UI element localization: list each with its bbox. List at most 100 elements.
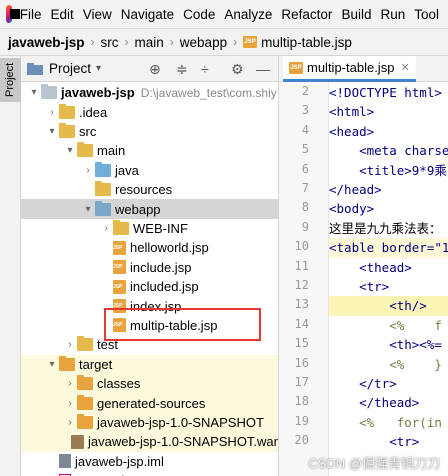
tree-item[interactable]: › test bbox=[21, 335, 278, 354]
editor-tab-bar: JSP multip-table.jsp ✕ bbox=[279, 56, 448, 82]
tree-item[interactable]: ▾ src bbox=[21, 122, 278, 141]
tree-item-label: multip-table.jsp bbox=[130, 317, 218, 333]
tree-item[interactable]: › classes bbox=[21, 374, 278, 394]
tree-item-label: target bbox=[79, 356, 113, 372]
tree-item-label: javaweb-jsp bbox=[61, 85, 135, 101]
chevron-down-icon[interactable]: ▾ bbox=[27, 87, 41, 98]
tree-item[interactable]: included.jsp bbox=[21, 277, 278, 296]
tree-item[interactable]: index.jsp bbox=[21, 296, 278, 315]
chevron-right-icon[interactable]: › bbox=[81, 165, 95, 176]
code-line: <tr> bbox=[329, 279, 390, 294]
folder-icon bbox=[41, 84, 57, 100]
line-number: 20 bbox=[294, 433, 309, 448]
tree-item[interactable]: ▾ target bbox=[21, 354, 278, 374]
code-line: <!DOCTYPE html> bbox=[329, 85, 442, 100]
breadcrumb-file[interactable]: JSP multip-table.jsp bbox=[243, 35, 352, 50]
chevron-right-icon[interactable]: › bbox=[63, 378, 77, 389]
line-number: 16 bbox=[294, 355, 309, 370]
menu-tools[interactable]: Tool bbox=[414, 7, 439, 22]
tree-item-label: generated-sources bbox=[97, 395, 206, 411]
tree-item[interactable]: javaweb-jsp.iml bbox=[21, 452, 278, 471]
breadcrumb-separator-icon: › bbox=[124, 35, 129, 49]
chevron-down-icon[interactable]: ▾ bbox=[63, 145, 77, 156]
expand-all-icon[interactable]: ÷ bbox=[201, 61, 209, 77]
folder-icon bbox=[95, 181, 111, 197]
chevron-down-icon[interactable]: ▾ bbox=[45, 359, 59, 370]
code-line: <th><%= bbox=[329, 337, 442, 353]
folder-icon bbox=[95, 200, 111, 216]
project-folder-icon bbox=[27, 63, 43, 75]
tab-multip-table[interactable]: JSP multip-table.jsp ✕ bbox=[283, 56, 416, 82]
chevron-down-icon[interactable]: ▾ bbox=[45, 126, 59, 137]
tree-item[interactable]: › javaweb-jsp-1.0-SNAPSHOT bbox=[21, 412, 278, 433]
tree-item[interactable]: › java bbox=[21, 161, 278, 180]
menu-refactor[interactable]: Refactor bbox=[281, 7, 332, 22]
tree-item[interactable]: helloworld.jsp bbox=[21, 238, 278, 257]
menu-file[interactable]: File bbox=[20, 7, 42, 22]
breadcrumb-webapp[interactable]: webapp bbox=[180, 35, 227, 50]
menu-view[interactable]: View bbox=[83, 7, 112, 22]
line-number: 8 bbox=[301, 200, 309, 215]
tree-item-label: webapp bbox=[115, 201, 161, 217]
code-line: </thead> bbox=[329, 395, 420, 411]
line-number: 17 bbox=[294, 375, 309, 389]
tab-label: multip-table.jsp bbox=[307, 60, 395, 75]
folder-icon bbox=[77, 413, 93, 429]
tree-item[interactable]: resources bbox=[21, 180, 278, 199]
project-view-dropdown-icon[interactable]: ▾ bbox=[96, 63, 101, 74]
tree-item-label: helloworld.jsp bbox=[130, 240, 209, 256]
folder-icon bbox=[77, 375, 93, 391]
intellij-logo-icon bbox=[6, 5, 20, 23]
line-number: 4 bbox=[301, 122, 309, 137]
locate-icon[interactable]: ⊕ bbox=[149, 61, 161, 78]
tree-item[interactable]: ▾ main bbox=[21, 141, 278, 160]
project-panel-title[interactable]: Project bbox=[49, 61, 91, 76]
breadcrumb-src[interactable]: src bbox=[101, 35, 119, 50]
tree-item[interactable]: pom.xml bbox=[21, 471, 278, 476]
jar-file-icon bbox=[70, 434, 84, 449]
close-icon[interactable]: ✕ bbox=[400, 61, 409, 74]
menu-navigate[interactable]: Navigate bbox=[121, 7, 174, 22]
line-number: 14 bbox=[294, 316, 309, 331]
tree-item[interactable]: › .idea bbox=[21, 102, 278, 121]
jsp-file-icon bbox=[113, 299, 126, 314]
code-line: <title>9*9乘 bbox=[329, 162, 447, 178]
code-line: <th/> bbox=[329, 296, 448, 316]
project-tool-tab[interactable]: Project bbox=[0, 58, 21, 102]
tree-item[interactable]: ▾ webapp bbox=[21, 199, 278, 219]
tree-item[interactable]: ▾ javaweb-jsp D:\javaweb_test\com.shiy bbox=[21, 83, 278, 102]
line-number: 7 bbox=[301, 181, 309, 195]
chevron-down-icon[interactable]: ▾ bbox=[81, 204, 95, 215]
line-number: 9 bbox=[301, 219, 309, 234]
breadcrumb-separator-icon: › bbox=[233, 35, 238, 49]
menu-run[interactable]: Run bbox=[380, 7, 405, 22]
collapse-all-icon[interactable]: ≑ bbox=[176, 61, 188, 78]
breadcrumb-main[interactable]: main bbox=[135, 35, 164, 50]
tree-item[interactable]: javaweb-jsp-1.0-SNAPSHOT.war bbox=[21, 432, 278, 452]
gear-icon[interactable]: ⚙ bbox=[231, 61, 244, 78]
tree-item[interactable]: › generated-sources bbox=[21, 393, 278, 413]
chevron-right-icon[interactable]: › bbox=[63, 417, 77, 428]
jsp-file-icon: JSP bbox=[243, 36, 258, 48]
chevron-right-icon[interactable]: › bbox=[63, 339, 77, 350]
menu-build[interactable]: Build bbox=[341, 7, 371, 22]
chevron-right-icon[interactable]: › bbox=[99, 223, 113, 234]
line-number: 19 bbox=[294, 413, 309, 428]
chevron-right-icon[interactable]: › bbox=[63, 398, 77, 409]
iml-file-icon bbox=[59, 454, 71, 469]
tree-item[interactable]: multip-table.jsp bbox=[21, 316, 278, 335]
folder-icon bbox=[59, 355, 75, 371]
tree-item-label: include.jsp bbox=[130, 259, 192, 275]
breadcrumb-project[interactable]: javaweb-jsp bbox=[8, 35, 85, 50]
menu-code[interactable]: Code bbox=[183, 7, 215, 22]
menu-analyze[interactable]: Analyze bbox=[224, 7, 272, 22]
line-number: 2 bbox=[301, 84, 309, 98]
tree-item[interactable]: include.jsp bbox=[21, 258, 278, 277]
code-editor[interactable]: <!DOCTYPE html> <html> <head> <meta charse… bbox=[329, 82, 448, 476]
tree-item[interactable]: › WEB-INF bbox=[21, 219, 278, 238]
line-number: 15 bbox=[294, 336, 309, 351]
minimize-icon[interactable]: — bbox=[256, 61, 270, 77]
tree-item-label: main bbox=[97, 143, 126, 159]
menu-edit[interactable]: Edit bbox=[51, 7, 74, 22]
chevron-right-icon[interactable]: › bbox=[45, 107, 59, 118]
